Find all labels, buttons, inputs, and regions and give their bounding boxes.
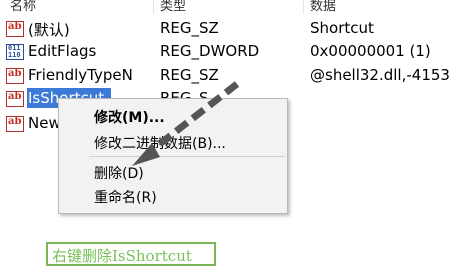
annotation-caption: 右键删除IsShortcut <box>46 242 216 266</box>
pointer-arrow-icon <box>132 81 240 166</box>
caption-text: 右键删除IsShortcut <box>52 247 192 265</box>
